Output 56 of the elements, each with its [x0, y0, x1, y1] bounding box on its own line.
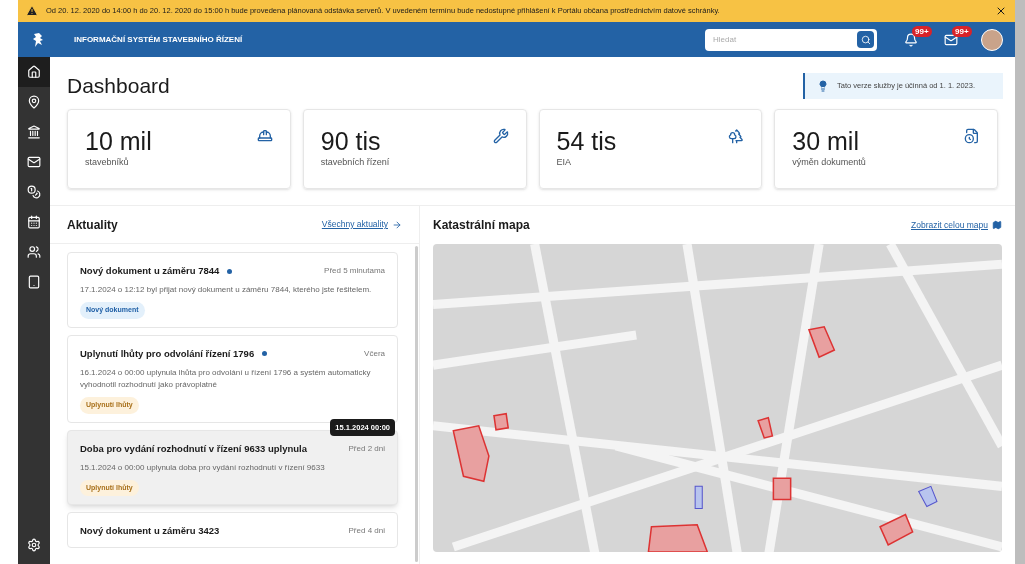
news-title: Nový dokument u záměru 7844 — [80, 264, 220, 278]
all-news-link[interactable]: Všechny aktuality — [321, 218, 402, 231]
search-icon — [860, 34, 871, 45]
building-icon — [27, 125, 41, 139]
news-title: Aktuality — [67, 216, 118, 234]
stat-value: 30 mil — [792, 126, 860, 156]
map-icon — [992, 220, 1002, 230]
stat-label: EIA — [556, 156, 572, 169]
bell-icon — [904, 32, 918, 47]
notification-badge: 99+ — [912, 25, 932, 37]
news-time: Včera — [364, 347, 385, 360]
tools-icon — [492, 128, 509, 144]
warning-icon — [26, 5, 38, 17]
news-title: Uplynutí lhůty pro odvolání řízení 1796 — [80, 346, 255, 361]
lightbulb-icon — [817, 80, 829, 92]
scrollbar[interactable] — [1015, 0, 1025, 564]
app-title: INFORMAČNÍ SYSTÉM STAVEBNÍHO ŘÍZENÍ — [74, 33, 244, 46]
arrow-right-icon — [392, 219, 402, 230]
news-body: 16.1.2024 o 00:00 uplynula lhůta pro odvolání u řízení 1796 a systém automaticky vyhodnotil rozhodnutí jako právoplatné — [80, 367, 372, 391]
stat-value: 90 tis — [320, 126, 382, 156]
news-time: Před 2 dni — [348, 442, 385, 455]
news-title: Doba pro vydání rozhodnutí v řízení 9633 uplynula — [80, 441, 307, 456]
page-title: Dashboard — [67, 73, 170, 100]
news-time: Před 5 minutama — [324, 265, 385, 278]
sidebar-item[interactable] — [18, 57, 50, 87]
news-body: 15.1.2024 o 00:00 uplynula doba pro vydání rozhodnutí v řízení 9633 — [80, 461, 326, 474]
map-pin-icon — [27, 95, 41, 109]
stat-label: stavebních řízení — [320, 156, 390, 169]
news-card[interactable]: Nový dokument u záměru 3423 Před 4 dni — [67, 512, 398, 548]
user-avatar[interactable] — [981, 28, 1003, 51]
full-map-link[interactable]: Zobrazit celou mapu — [911, 218, 1002, 232]
stat-value: 10 mil — [85, 126, 152, 156]
envelope-icon — [944, 32, 958, 47]
map-title: Katastrální mapa — [433, 217, 530, 234]
close-button[interactable] — [995, 5, 1007, 17]
stat-label: výměn dokumentů — [792, 156, 866, 169]
document-icon — [964, 128, 980, 144]
users-icon — [27, 245, 41, 259]
coins-icon — [27, 185, 41, 199]
envelope-icon — [27, 155, 41, 169]
search-input[interactable]: Hledat — [713, 33, 857, 46]
worker-icon — [256, 128, 273, 144]
message-badge: 99+ — [952, 25, 972, 37]
news-body: 17.1.2024 o 12:12 byl přijat nový dokument u záměru 7844, kterého jste řešitelem. — [80, 284, 373, 297]
scrollbar-icon[interactable] — [415, 246, 418, 562]
news-time: Před 4 dni — [348, 525, 385, 538]
stat-label: stavebníků — [85, 156, 130, 169]
search-field[interactable]: Hledat — [705, 28, 877, 51]
home-icon — [27, 65, 41, 79]
tablet-icon — [27, 275, 41, 289]
search-button[interactable] — [857, 31, 874, 48]
news-title: Nový dokument u záměru 3423 — [80, 524, 220, 539]
gear-icon — [27, 538, 41, 552]
stat-value: 54 tis — [556, 126, 617, 156]
trees-icon — [728, 128, 745, 144]
calendar-icon — [27, 215, 41, 229]
